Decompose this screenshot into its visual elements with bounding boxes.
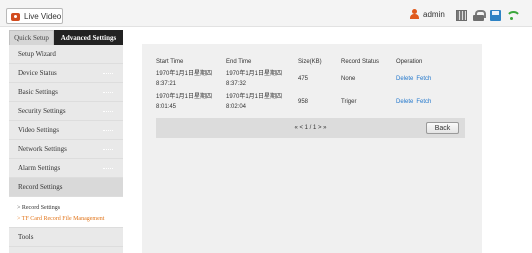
tab-quick-setup[interactable]: Quick Setup [9,30,54,45]
size-cell: 475 [298,76,309,82]
sidebar-item-tools[interactable]: Tools [9,228,123,247]
expand-dots-icon [103,130,113,131]
fetch-link[interactable]: Fetch [416,99,431,105]
start-time-cell: 1970年1月1日星期四 8:37:21 [156,69,226,89]
live-video-label: Live Video [24,11,62,21]
status-cell: Triger [341,99,357,105]
sidebar-item-label: Tools [18,233,34,241]
delete-link[interactable]: Delete [396,76,413,82]
grid-icon[interactable] [456,10,467,21]
expand-dots-icon [103,111,113,112]
start-date: 1970年1月1日星期四 [156,71,213,77]
expand-dots-icon [103,73,113,74]
sidebar-item-device-status[interactable]: Device Status [9,64,123,83]
sidebar-item-label: Security Settings [18,107,66,115]
end-time-cell: 1970年1月1日星期四 8:02:04 [226,92,298,112]
sidebar: Quick Setup Advanced Settings Setup Wiza… [9,30,123,253]
main-panel: Start Time End Time Size(KB) Record Stat… [142,44,482,253]
sidebar-item-label: Basic Settings [18,88,58,96]
operation-cell: Delete Fetch [396,76,465,82]
top-bar: Live Video admin [0,0,532,27]
header-end-time: End Time [226,58,252,65]
lock-icon[interactable] [473,10,486,21]
camera-icon [11,12,20,21]
user-name: admin [423,9,445,19]
sidebar-item-label: Record Settings [18,183,63,191]
header-record-status: Record Status [341,58,380,65]
admin-user[interactable]: admin [410,9,445,19]
sidebar-item-label: Device Status [18,69,57,77]
record-settings-submenu: > Record Settings > TF Card Record File … [9,197,123,228]
start-time: 8:37:21 [156,81,177,87]
sidebar-item-setup-wizard[interactable]: Setup Wizard [9,45,123,64]
tab-advanced-settings[interactable]: Advanced Settings [54,30,123,45]
live-video-button[interactable]: Live Video [6,8,63,24]
user-icon [410,9,419,19]
header-size: Size(KB) [298,58,322,65]
end-date: 1970年1月1日星期四 [226,94,283,100]
subitem-record-settings[interactable]: > Record Settings [17,202,123,213]
status-cell: None [341,76,356,82]
sidebar-item-label: Video Settings [18,126,59,134]
sidebar-item-record-settings[interactable]: Record Settings [9,178,123,197]
sidebar-item-basic-settings[interactable]: Basic Settings [9,83,123,102]
header-start-time: Start Time [156,58,184,65]
sidebar-item-label: Setup Wizard [18,50,56,58]
header-operation: Operation [396,58,423,65]
record-file-table: Start Time End Time Size(KB) Record Stat… [156,56,465,138]
sidebar-item-security-settings[interactable]: Security Settings [9,102,123,121]
table-row: 1970年1月1日星期四 8:37:21 1970年1月1日星期四 8:37:3… [156,69,465,89]
table-row: 1970年1月1日星期四 8:01:45 1970年1月1日星期四 8:02:0… [156,92,465,112]
sidebar-tabs: Quick Setup Advanced Settings [9,30,123,45]
expand-dots-icon [103,149,113,150]
sidebar-item-label: Alarm Settings [18,164,61,172]
sidebar-item-video-settings[interactable]: Video Settings [9,121,123,140]
end-time: 8:02:04 [226,104,247,110]
delete-link[interactable]: Delete [396,99,413,105]
fetch-link[interactable]: Fetch [416,76,431,82]
subitem-tf-card-record-file-management[interactable]: > TF Card Record File Management [17,213,123,224]
sidebar-item-label: Network Settings [18,145,67,153]
pagination-controls[interactable]: « < 1 / 1 > » [294,125,326,131]
wifi-icon[interactable] [506,10,521,21]
end-date: 1970年1月1日星期四 [226,71,283,77]
operation-cell: Delete Fetch [396,99,465,105]
save-icon[interactable] [490,10,501,21]
start-time: 8:01:45 [156,104,177,110]
size-cell: 958 [298,99,309,105]
sidebar-item-network-settings[interactable]: Network Settings [9,140,123,159]
back-button[interactable]: Back [426,122,459,134]
expand-dots-icon [103,92,113,93]
expand-dots-icon [103,168,113,169]
start-date: 1970年1月1日星期四 [156,94,213,100]
start-time-cell: 1970年1月1日星期四 8:01:45 [156,92,226,112]
sidebar-item-alarm-settings[interactable]: Alarm Settings [9,159,123,178]
end-time-cell: 1970年1月1日星期四 8:37:32 [226,69,298,89]
pagination-bar: « < 1 / 1 > » Back [156,118,465,138]
end-time: 8:37:32 [226,81,247,87]
table-header: Start Time End Time Size(KB) Record Stat… [156,56,465,67]
